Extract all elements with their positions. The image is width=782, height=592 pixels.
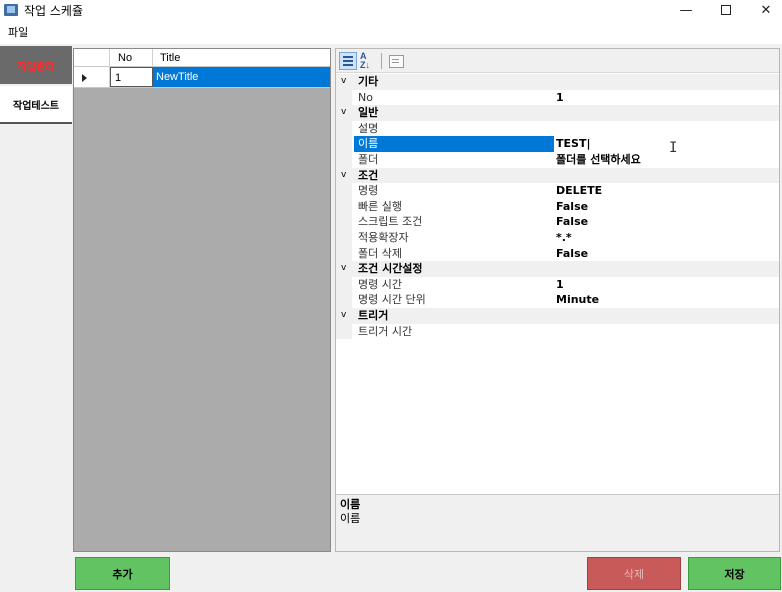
property-value[interactable]: 1 [556,277,564,293]
text-cursor-icon: I [669,140,678,156]
window-title: 작업 스케쥴 [24,3,84,18]
category-label: 트리거 [358,308,389,322]
property-value[interactable]: 폴더를 선택하세요 [556,152,641,168]
title-bar: 작업 스케쥴 — ✕ [0,0,782,20]
cell-title[interactable]: NewTitle [153,67,330,87]
row-gutter [336,151,352,168]
property-name: 명령 시간 단위 [358,293,426,307]
property-row[interactable]: 적용확장자 *.* [336,229,779,246]
category-label: 일반 [358,106,379,120]
categorized-icon[interactable] [339,52,357,70]
property-name: 적용확장자 [358,230,409,244]
row-gutter [336,120,352,137]
property-row[interactable]: 빠른 실행 False [336,198,779,215]
property-row[interactable]: 명령 시간 단위 Minute [336,292,779,308]
grid-header: No Title [74,49,330,67]
category-label: 조건 [358,168,379,182]
property-pages-icon[interactable] [387,52,405,70]
menu-bar: 파일 [0,20,782,44]
toolbar-divider [381,53,382,69]
collapse-chevron-icon[interactable]: v [341,308,351,324]
collapse-chevron-icon[interactable]: v [341,105,351,121]
column-header-no[interactable]: No [110,49,153,67]
maximize-button[interactable] [706,0,746,20]
column-header-title[interactable]: Title [153,49,330,67]
property-name: 폴더 [358,152,379,166]
property-name: 트리거 시간 [358,324,413,338]
property-row[interactable]: 폴더 폴더를 선택하세요 [336,151,779,168]
category-misc[interactable]: v 기타 [336,74,779,90]
app-icon [4,4,18,16]
table-row[interactable]: 1 NewTitle [74,67,330,88]
row-gutter [336,183,352,199]
description-title: 이름 [340,498,361,511]
collapse-chevron-icon[interactable]: v [341,74,351,90]
row-gutter [336,292,352,308]
property-name: No [358,90,373,104]
minimize-button[interactable]: — [666,0,706,20]
category-general[interactable]: v 일반 [336,105,779,121]
property-name: 설명 [358,121,379,135]
row-gutter [336,276,352,293]
property-value[interactable]: False [556,214,588,230]
category-trigger[interactable]: v 트리거 [336,307,779,324]
property-name: 명령 [358,184,379,198]
row-gutter [336,136,352,152]
property-row[interactable]: No 1 [336,89,779,106]
property-value[interactable]: *.* [556,230,572,246]
row-gutter [336,245,352,262]
category-label: 기타 [358,75,379,88]
row-gutter [336,323,352,340]
property-name: 폴더 삭제 [358,246,402,260]
alphabetical-sort-icon[interactable]: A Z↓ [360,52,378,70]
row-header-corner [74,49,110,67]
property-value[interactable]: False [556,199,588,215]
property-row[interactable]: 명령 시간 1 [336,276,779,293]
row-gutter [336,198,352,215]
property-row-selected[interactable]: 이름 TEST| [336,136,779,152]
menu-file[interactable]: 파일 [8,24,28,40]
row-gutter [336,229,352,246]
property-value[interactable]: Minute [556,292,599,308]
tab-task-management[interactable]: 작업관리 [0,46,72,84]
property-name: 스크립트 조건 [358,215,423,229]
property-value[interactable]: False [556,246,588,262]
property-toolbar: A Z↓ [336,49,779,73]
property-row[interactable]: 명령 DELETE [336,183,779,199]
maximize-icon [721,5,731,15]
tab-task-test[interactable]: 작업테스트 [0,86,72,124]
property-row[interactable]: 스크립트 조건 False [336,214,779,230]
collapse-chevron-icon[interactable]: v [341,168,351,184]
close-button[interactable]: ✕ [746,0,782,20]
cell-no[interactable]: 1 [110,67,153,87]
property-description: 이름 이름 [336,494,779,551]
property-row[interactable]: 폴더 삭제 False [336,245,779,262]
property-name: 빠른 실행 [358,199,402,213]
add-button[interactable]: 추가 [75,557,170,590]
property-name: 명령 시간 [358,277,402,291]
category-label: 조건 시간설정 [358,262,423,276]
description-text: 이름 [340,512,361,525]
side-tabs: 작업관리 작업테스트 [0,44,72,592]
delete-button[interactable]: 삭제 [587,557,681,590]
property-list: v 기타 No 1 v 일반 설명 이름 TEST| 폴더 폴더를 선택하세요 [336,74,779,340]
save-button[interactable]: 저장 [688,557,781,590]
property-value-input[interactable]: TEST| [556,136,590,152]
property-row[interactable]: 설명 [336,120,779,137]
row-gutter [336,89,352,106]
property-value[interactable]: DELETE [556,183,602,199]
task-grid[interactable]: No Title 1 NewTitle [73,48,331,552]
row-current-indicator-icon [74,67,110,87]
row-gutter [336,214,352,230]
property-value[interactable]: 1 [556,90,564,106]
category-condition-time[interactable]: v 조건 시간설정 [336,261,779,277]
category-condition[interactable]: v 조건 [336,167,779,184]
property-row[interactable]: 트리거 시간 [336,323,779,340]
alpha-sort-bottom: Z↓ [360,60,370,70]
property-grid: A Z↓ v 기타 No 1 v 일반 설명 이름 TEST| 폴더 폴더를 선… [335,48,780,552]
collapse-chevron-icon[interactable]: v [341,261,351,277]
property-name: 이름 [354,136,554,152]
